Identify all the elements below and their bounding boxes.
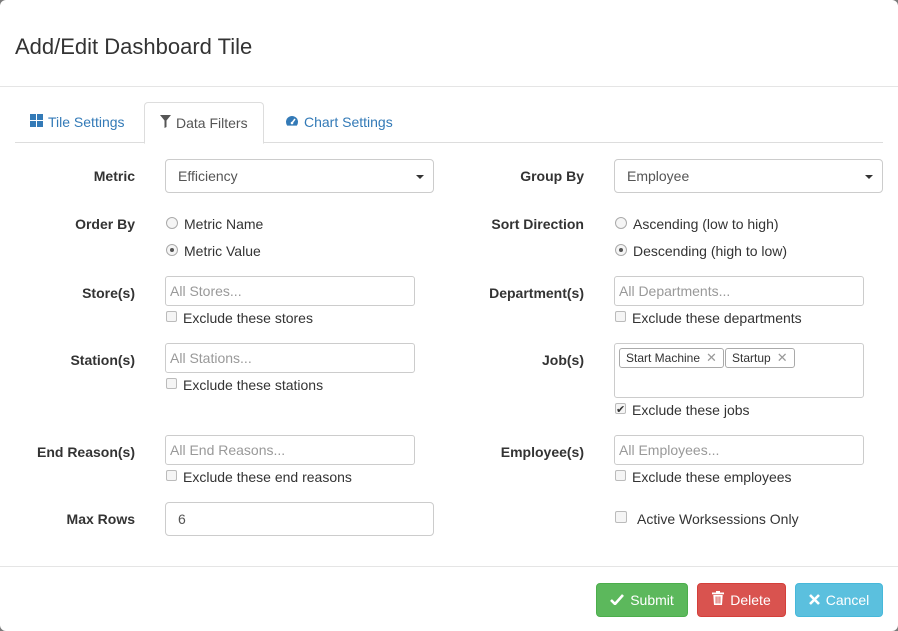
- sort-descending[interactable]: Descending (high to low): [615, 241, 787, 261]
- checkbox-label: Active Worksessions Only: [637, 511, 799, 527]
- checkbox-label: Exclude these jobs: [632, 402, 750, 418]
- active-worksessions-checkbox[interactable]: Active Worksessions Only: [615, 509, 799, 529]
- exclude-stations-checkbox[interactable]: Exclude these stations: [166, 375, 323, 395]
- metric-label: Metric: [93, 168, 135, 184]
- radio-button[interactable]: [615, 217, 627, 230]
- tag-label: Start Machine: [626, 351, 701, 365]
- checkbox[interactable]: [166, 377, 177, 389]
- button-label: Submit: [630, 592, 674, 608]
- checkbox-label: Exclude these employees: [632, 469, 792, 485]
- exclude-stores-checkbox[interactable]: Exclude these stores: [166, 308, 313, 328]
- tab-tile-settings[interactable]: Tile Settings: [15, 102, 140, 143]
- departments-input[interactable]: All Departments...: [614, 276, 864, 306]
- sort-ascending[interactable]: Ascending (low to high): [615, 214, 779, 234]
- checkbox-label: Exclude these stations: [183, 377, 324, 393]
- order-by-metric-name[interactable]: Metric Name: [166, 214, 263, 234]
- radio-label: Metric Value: [184, 243, 261, 259]
- jobs-tag-input[interactable]: Start Machine ✕ Startup ✕: [614, 343, 864, 398]
- jobs-label: Job(s): [542, 352, 584, 368]
- employees-label: Employee(s): [500, 444, 584, 460]
- close-icon: [808, 584, 820, 616]
- submit-button[interactable]: Submit: [596, 583, 688, 617]
- exclude-departments-checkbox[interactable]: Exclude these departments: [615, 308, 802, 328]
- order-by-metric-value[interactable]: Metric Value: [166, 241, 261, 261]
- close-icon[interactable]: ✕: [777, 350, 788, 365]
- trash-icon: [712, 584, 725, 616]
- chevron-down-icon: [416, 175, 424, 179]
- tab-data-filters[interactable]: Data Filters: [144, 102, 264, 144]
- stations-label: Station(s): [70, 352, 135, 368]
- exclude-end-reasons-checkbox[interactable]: Exclude these end reasons: [166, 467, 352, 487]
- tag-label: Startup: [732, 351, 771, 365]
- max-rows-label: Max Rows: [66, 511, 135, 527]
- button-label: Delete: [730, 592, 771, 608]
- close-icon[interactable]: ✕: [706, 350, 717, 365]
- modal-footer: Submit Delete Cancel: [0, 566, 898, 631]
- tab-chart-settings[interactable]: Chart Settings: [270, 102, 408, 143]
- grid-icon: [30, 102, 43, 142]
- job-tag: Start Machine ✕: [619, 348, 724, 368]
- exclude-employees-checkbox[interactable]: Exclude these employees: [615, 467, 792, 487]
- metric-value: Efficiency: [178, 168, 238, 184]
- dashboard-gauge-icon: [285, 102, 299, 142]
- radio-label: Ascending (low to high): [633, 216, 779, 232]
- tab-label: Chart Settings: [304, 114, 393, 130]
- stores-label: Store(s): [82, 285, 135, 301]
- radio-button[interactable]: [166, 217, 178, 230]
- modal-title: Add/Edit Dashboard Tile: [15, 34, 253, 59]
- departments-label: Department(s): [489, 285, 584, 301]
- checkbox[interactable]: [615, 511, 627, 524]
- stores-input[interactable]: All Stores...: [165, 276, 415, 306]
- checkbox[interactable]: [615, 469, 626, 481]
- checkbox[interactable]: [166, 310, 177, 322]
- group-by-value: Employee: [627, 168, 690, 184]
- end-reasons-label: End Reason(s): [36, 444, 135, 460]
- tab-bar: Tile Settings Data Filters Chart Setting…: [15, 102, 883, 144]
- metric-select[interactable]: Efficiency: [165, 159, 434, 193]
- modal-header: Add/Edit Dashboard Tile: [0, 0, 898, 87]
- cancel-button[interactable]: Cancel: [795, 583, 883, 617]
- checkbox-label: Exclude these end reasons: [183, 469, 352, 485]
- group-by-label: Group By: [520, 168, 584, 184]
- filter-icon: [160, 103, 171, 143]
- tab-label: Data Filters: [176, 115, 248, 131]
- delete-button[interactable]: Delete: [697, 583, 786, 617]
- radio-button[interactable]: [615, 244, 627, 257]
- radio-label: Descending (high to low): [633, 243, 788, 259]
- stations-input[interactable]: All Stations...: [165, 343, 415, 373]
- group-by-select[interactable]: Employee: [614, 159, 883, 193]
- add-edit-tile-modal: Add/Edit Dashboard Tile Tile Settings Da…: [0, 0, 898, 631]
- check-icon: [610, 584, 625, 616]
- end-reasons-input[interactable]: All End Reasons...: [165, 435, 415, 465]
- radio-button[interactable]: [166, 244, 178, 257]
- order-by-label: Order By: [75, 216, 135, 232]
- chevron-down-icon: [865, 175, 873, 179]
- checkbox[interactable]: [166, 469, 177, 481]
- checkbox[interactable]: [615, 310, 626, 322]
- tab-label: Tile Settings: [48, 114, 125, 130]
- job-tag: Startup ✕: [725, 348, 795, 368]
- checkbox[interactable]: [615, 400, 626, 420]
- exclude-jobs-checkbox[interactable]: Exclude these jobs: [615, 400, 750, 420]
- sort-direction-label: Sort Direction: [491, 216, 584, 232]
- checkbox-label: Exclude these stores: [183, 310, 313, 326]
- max-rows-value: 6: [178, 511, 186, 527]
- checkbox-label: Exclude these departments: [632, 310, 802, 326]
- max-rows-input[interactable]: 6: [165, 502, 434, 536]
- employees-input[interactable]: All Employees...: [614, 435, 864, 465]
- radio-label: Metric Name: [184, 216, 264, 232]
- button-label: Cancel: [825, 592, 870, 608]
